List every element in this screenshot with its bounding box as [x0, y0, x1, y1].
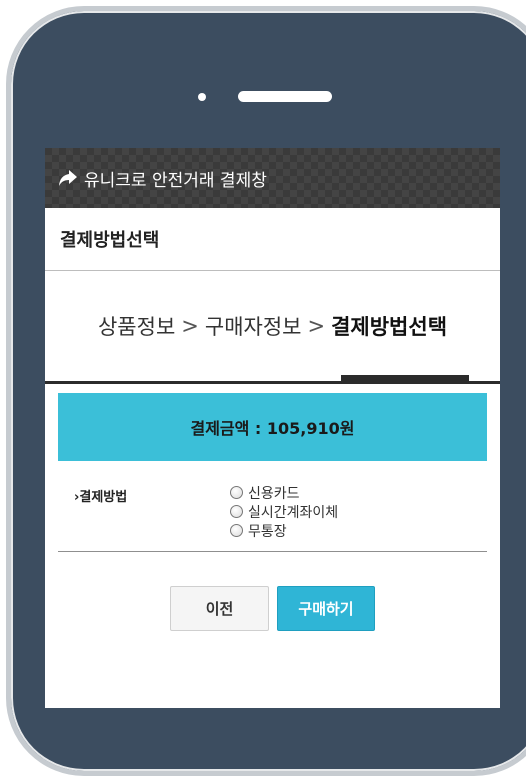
payment-amount-banner: 결제금액 : 105,910원 — [58, 393, 487, 461]
option-label: 신용카드 — [248, 485, 300, 502]
radio-realtime-transfer[interactable] — [230, 505, 243, 518]
payment-amount: 결제금액 : 105,910원 — [190, 419, 355, 438]
page-title: 결제방법선택 — [45, 208, 500, 271]
step-product-info: 상품정보 — [97, 315, 176, 339]
option-label: 실시간계좌이체 — [248, 504, 339, 521]
payment-method-options: 신용카드 실시간계좌이체 무통장 — [230, 483, 338, 540]
speaker-slot — [238, 91, 332, 102]
radio-credit-card[interactable] — [230, 486, 243, 499]
camera-dot — [198, 93, 206, 101]
action-buttons: 이전 구매하기 — [45, 586, 500, 631]
radio-bank-deposit[interactable] — [230, 524, 243, 537]
payment-method-label: ›결제방법 — [74, 490, 128, 505]
option-bank-deposit[interactable]: 무통장 — [230, 521, 338, 540]
payment-screen: 유니크로 안전거래 결제창 결제방법선택 상품정보 > 구매자정보 > 결제방법… — [45, 148, 500, 708]
window-title: 유니크로 안전거래 결제창 — [84, 170, 267, 191]
option-credit-card[interactable]: 신용카드 — [230, 483, 338, 502]
step-separator: > — [307, 314, 326, 338]
step-payment-method: 결제방법선택 — [331, 315, 448, 339]
step-buyer-info: 구매자정보 — [204, 315, 302, 339]
buy-button[interactable]: 구매하기 — [277, 586, 375, 631]
step-separator: > — [181, 314, 199, 338]
checkout-steps: 상품정보 > 구매자정보 > 결제방법선택 — [45, 271, 500, 384]
active-step-indicator — [341, 375, 469, 381]
payment-method-row: ›결제방법 신용카드 실시간계좌이체 무통장 — [58, 461, 487, 552]
option-label: 무통장 — [248, 523, 287, 540]
share-arrow-icon — [59, 170, 77, 186]
window-titlebar: 유니크로 안전거래 결제창 — [45, 148, 500, 208]
option-realtime-transfer[interactable]: 실시간계좌이체 — [230, 502, 338, 521]
previous-button[interactable]: 이전 — [170, 586, 269, 631]
